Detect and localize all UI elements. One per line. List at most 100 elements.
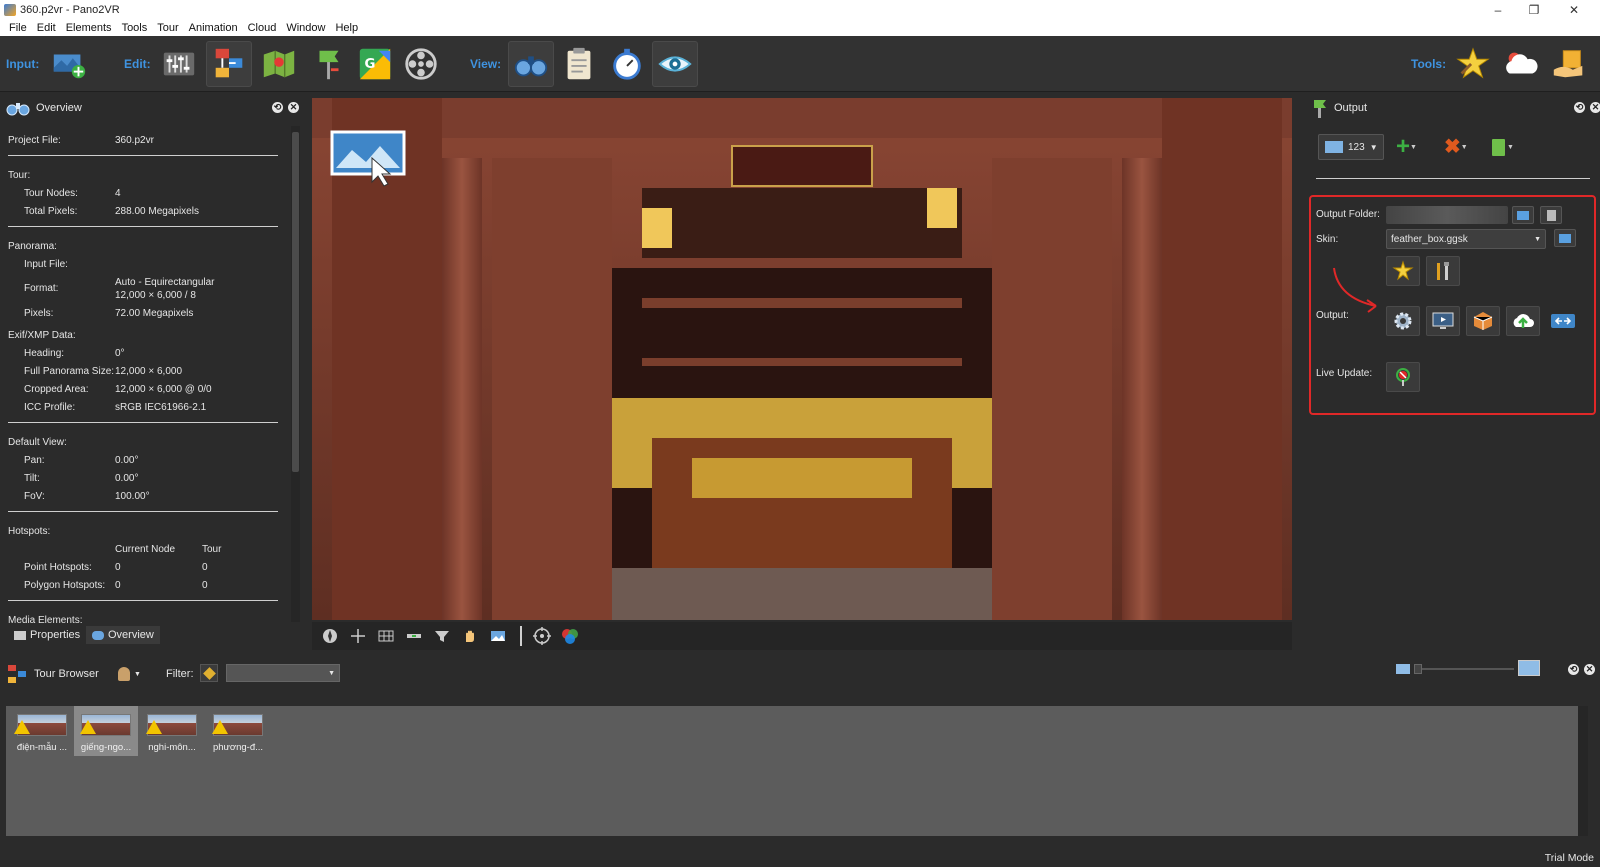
filter-select[interactable]: ▼: [226, 664, 340, 682]
x-icon: ✖: [1444, 136, 1461, 158]
grid-icon[interactable]: [376, 626, 396, 646]
hotspot-pin-icon: [319, 50, 339, 80]
polygon-hotspots-label: Polygon Hotspots:: [24, 580, 106, 591]
google-street-view-button[interactable]: G: [352, 41, 398, 87]
history-button[interactable]: [604, 41, 650, 87]
properties-button[interactable]: [556, 41, 602, 87]
hand-box-icon: [1553, 50, 1583, 78]
slider-handle[interactable]: [1414, 664, 1422, 674]
warning-icon: [146, 720, 162, 734]
filter-tag-button[interactable]: [200, 664, 218, 682]
add-output-button[interactable]: + ▼: [1396, 134, 1430, 160]
panel-tab-bar: Properties Overview: [4, 626, 304, 644]
tour-map-icon: [215, 48, 243, 78]
plugins-button[interactable]: [1546, 41, 1592, 87]
tour-scrollbar[interactable]: [1578, 706, 1588, 836]
hotspots-button[interactable]: [306, 41, 352, 87]
target-icon[interactable]: [532, 626, 552, 646]
warning-icon: [80, 720, 96, 734]
import-panorama-button[interactable]: [46, 41, 92, 87]
output-header: Output ⟲ ✕: [1306, 96, 1600, 120]
tab-properties[interactable]: Properties: [8, 626, 86, 644]
polygon-hotspots-tour: 0: [202, 580, 208, 591]
funnel-icon[interactable]: [432, 626, 452, 646]
tour-sort-button[interactable]: ▼: [118, 664, 141, 684]
tab-properties-label: Properties: [30, 629, 81, 641]
pan-value: 0.00°: [115, 455, 139, 466]
maximize-button[interactable]: ❐: [1516, 0, 1552, 19]
divider: [8, 511, 278, 512]
preview-button[interactable]: [652, 41, 698, 87]
close-panel-icon[interactable]: ✕: [288, 102, 299, 113]
close-button[interactable]: ✕: [1556, 0, 1592, 19]
menu-edit[interactable]: Edit: [32, 22, 61, 34]
overview-scrollbar[interactable]: [291, 126, 300, 622]
tour-node-thumb[interactable]: nghi-môn...: [140, 706, 204, 756]
panorama-viewer[interactable]: [312, 98, 1292, 620]
color-circles-icon[interactable]: [560, 626, 580, 646]
float-panel-icon[interactable]: ⟲: [1568, 664, 1579, 675]
output-format-value: 123: [1348, 141, 1365, 153]
floor-plan-button[interactable]: [256, 41, 302, 87]
close-panel-icon[interactable]: ✕: [1584, 664, 1595, 675]
viewing-parameters-button[interactable]: [156, 41, 202, 87]
overview-title: Overview: [36, 102, 82, 114]
tour-nodes-value: 4: [115, 188, 121, 199]
properties-icon: [14, 630, 26, 640]
remove-output-button[interactable]: ✖ ▼: [1444, 134, 1478, 160]
output-format-dropdown[interactable]: 123 ▼: [1318, 134, 1384, 160]
project-file-label: Project File:: [8, 135, 61, 146]
hotspots-heading: Hotspots:: [8, 526, 51, 537]
output-file-button[interactable]: ▼: [1492, 134, 1526, 160]
minimize-button[interactable]: –: [1480, 0, 1516, 19]
cropped-value: 12,000 × 6,000 @ 0/0: [115, 384, 212, 395]
node-label: điện-mẫu ...: [16, 742, 68, 753]
crosshair-icon[interactable]: [348, 626, 368, 646]
compass-icon[interactable]: [320, 626, 340, 646]
menu-tools[interactable]: Tools: [117, 22, 153, 34]
animation-button[interactable]: [398, 41, 444, 87]
splitter[interactable]: [0, 652, 1600, 656]
image-icon[interactable]: [488, 626, 508, 646]
cloud-icon: [1506, 52, 1538, 74]
tour-node-thumb[interactable]: phương-đ...: [206, 706, 270, 756]
divider: [8, 226, 278, 227]
cloud-tool-button[interactable]: [1498, 41, 1544, 87]
tour-browser-button[interactable]: [206, 41, 252, 87]
filter-label: Filter:: [166, 668, 194, 680]
tour-node-thumb[interactable]: giếng-ngo...: [74, 706, 138, 756]
menu-cloud[interactable]: Cloud: [243, 22, 282, 34]
menu-file[interactable]: File: [4, 22, 32, 34]
float-panel-icon[interactable]: ⟲: [272, 102, 283, 113]
menu-animation[interactable]: Animation: [184, 22, 243, 34]
tab-overview[interactable]: Overview: [86, 626, 160, 644]
small-thumb-icon: [1396, 664, 1410, 674]
tour-browser-title: Tour Browser: [34, 668, 99, 680]
chevron-down-icon: ▼: [1369, 142, 1378, 152]
hand-icon[interactable]: [460, 626, 480, 646]
menu-elements[interactable]: Elements: [61, 22, 117, 34]
menu-tour[interactable]: Tour: [152, 22, 183, 34]
scroll-thumb[interactable]: [292, 132, 299, 472]
col-tour: Tour: [202, 544, 222, 555]
close-panel-icon[interactable]: ✕: [1590, 102, 1600, 113]
main-toolbar: Input: Edit: G View: Tools:: [0, 36, 1600, 92]
point-hotspots-label: Point Hotspots:: [24, 562, 92, 573]
skin-editor-button[interactable]: [1450, 41, 1496, 87]
stopwatch-icon: [613, 48, 641, 80]
level-icon[interactable]: [404, 626, 424, 646]
tour-node-thumb[interactable]: điện-mẫu ...: [10, 706, 74, 756]
menu-help[interactable]: Help: [330, 22, 363, 34]
app-icon: [4, 3, 16, 16]
menu-bar: File Edit Elements Tools Tour Animation …: [0, 19, 1600, 36]
thumb-size-slider[interactable]: [1414, 664, 1514, 674]
panorama-heading: Panorama:: [8, 241, 57, 252]
viewer-button[interactable]: [508, 41, 554, 87]
chevron-down-icon: ▼: [134, 670, 141, 678]
divider: [520, 626, 522, 646]
icc-label: ICC Profile:: [24, 402, 76, 413]
divider: [8, 600, 278, 601]
tab-overview-label: Overview: [108, 629, 154, 641]
menu-window[interactable]: Window: [281, 22, 330, 34]
float-panel-icon[interactable]: ⟲: [1574, 102, 1585, 113]
